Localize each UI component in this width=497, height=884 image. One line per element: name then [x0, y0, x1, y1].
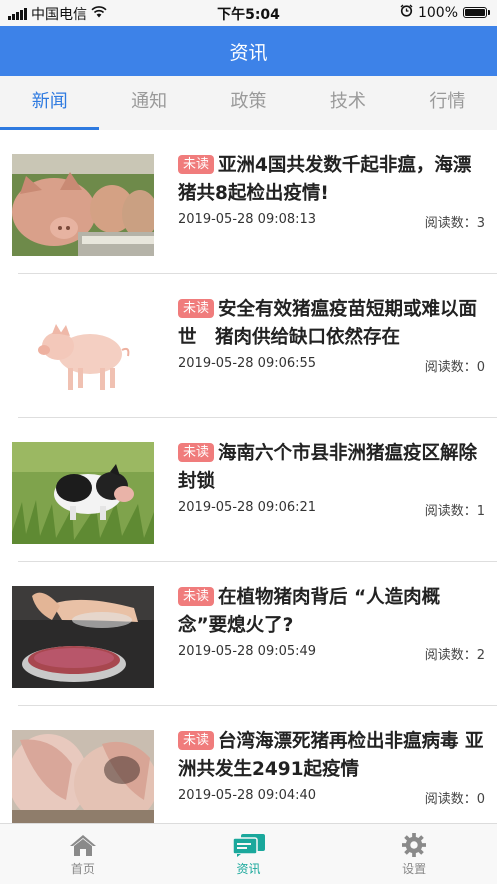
article-thumbnail: [12, 298, 154, 400]
article-title-text: 海南六个市县非洲猪瘟疫区解除封锁: [178, 443, 478, 492]
status-right: 100%: [400, 4, 490, 21]
article-date: 2019-05-28 09:08:13: [178, 212, 317, 227]
tab-market[interactable]: 行情: [398, 76, 497, 130]
article-title[interactable]: 未读 安全有效猪瘟疫苗短期或难以面世 猪肉供给缺口依然存在: [178, 296, 484, 352]
nav-news-label: 资讯: [236, 862, 261, 876]
status-bar: 中国电信 下午5:04 100%: [0, 0, 497, 26]
article-title-text: 在植物猪肉背后 “人造肉概念”要熄火了?: [178, 587, 441, 636]
category-tabs: 新闻 通知 政策 技术 行情: [0, 76, 497, 130]
list-item[interactable]: 未读 海南六个市县非洲猪瘟疫区解除封锁 2019-05-28 09:06:21 阅…: [0, 418, 497, 562]
list-item[interactable]: 未读 安全有效猪瘟疫苗短期或难以面世 猪肉供给缺口依然存在 2019-05-28 …: [0, 274, 497, 418]
article-title[interactable]: 未读 台湾海漂死猪再检出非瘟病毒 亚洲共发生2491起疫情: [178, 728, 484, 784]
nav-home-label: 首页: [70, 862, 95, 876]
news-chat-icon: [231, 834, 265, 857]
page-title: 资讯: [0, 26, 497, 76]
battery-icon: [463, 7, 490, 18]
tab-technology[interactable]: 技术: [298, 76, 397, 130]
article-date: 2019-05-28 09:06:55: [178, 356, 317, 371]
list-item[interactable]: 未读 在植物猪肉背后 “人造肉概念”要熄火了? 2019-05-28 09:05:…: [0, 562, 497, 706]
unread-badge: 未读: [178, 587, 215, 606]
read-count: 阅读数：0: [424, 360, 485, 375]
article-title-text: 台湾海漂死猪再检出非瘟病毒 亚洲共发生2491起疫情: [178, 731, 484, 780]
article-title-text: 亚洲4国共发数千起非瘟，海漂猪共8起检出疫情!: [178, 155, 472, 204]
nav-settings[interactable]: 设置: [331, 824, 497, 884]
battery-percent: 100%: [417, 4, 458, 21]
article-thumbnail: [12, 586, 154, 688]
article-title[interactable]: 未读 在植物猪肉背后 “人造肉概念”要熄火了?: [178, 584, 484, 640]
article-date: 2019-05-28 09:05:49: [178, 644, 317, 659]
nav-home[interactable]: 首页: [0, 824, 166, 884]
unread-badge: 未读: [178, 731, 215, 750]
nav-news[interactable]: 资讯: [166, 824, 332, 884]
article-title[interactable]: 未读 海南六个市县非洲猪瘟疫区解除封锁: [178, 440, 484, 496]
read-count: 阅读数：0: [424, 792, 485, 807]
unread-badge: 未读: [178, 155, 215, 174]
article-thumbnail: [12, 442, 154, 544]
gear-icon: [402, 833, 427, 857]
article-title-text: 安全有效猪瘟疫苗短期或难以面世 猪肉供给缺口依然存在: [178, 299, 478, 348]
read-count: 阅读数：2: [424, 648, 485, 663]
home-icon: [69, 835, 96, 856]
alarm-icon: [400, 4, 413, 21]
tab-notices[interactable]: 通知: [99, 76, 198, 130]
article-date: 2019-05-28 09:06:21: [178, 500, 317, 515]
nav-settings-label: 设置: [402, 862, 427, 876]
read-count: 阅读数：3: [424, 216, 485, 231]
article-thumbnail: [12, 154, 154, 256]
read-count: 阅读数：1: [424, 504, 485, 519]
list-item[interactable]: 未读 亚洲4国共发数千起非瘟，海漂猪共8起检出疫情! 2019-05-28 09:…: [0, 130, 497, 274]
tab-news[interactable]: 新闻: [0, 76, 100, 130]
bottom-nav: 首页 资讯 设置: [0, 823, 497, 884]
unread-badge: 未读: [178, 443, 215, 462]
article-title[interactable]: 未读 亚洲4国共发数千起非瘟，海漂猪共8起检出疫情!: [178, 152, 484, 208]
article-date: 2019-05-28 09:04:40: [178, 788, 317, 803]
tab-policy[interactable]: 政策: [199, 76, 298, 130]
unread-badge: 未读: [178, 299, 215, 318]
article-thumbnail: [12, 730, 154, 823]
